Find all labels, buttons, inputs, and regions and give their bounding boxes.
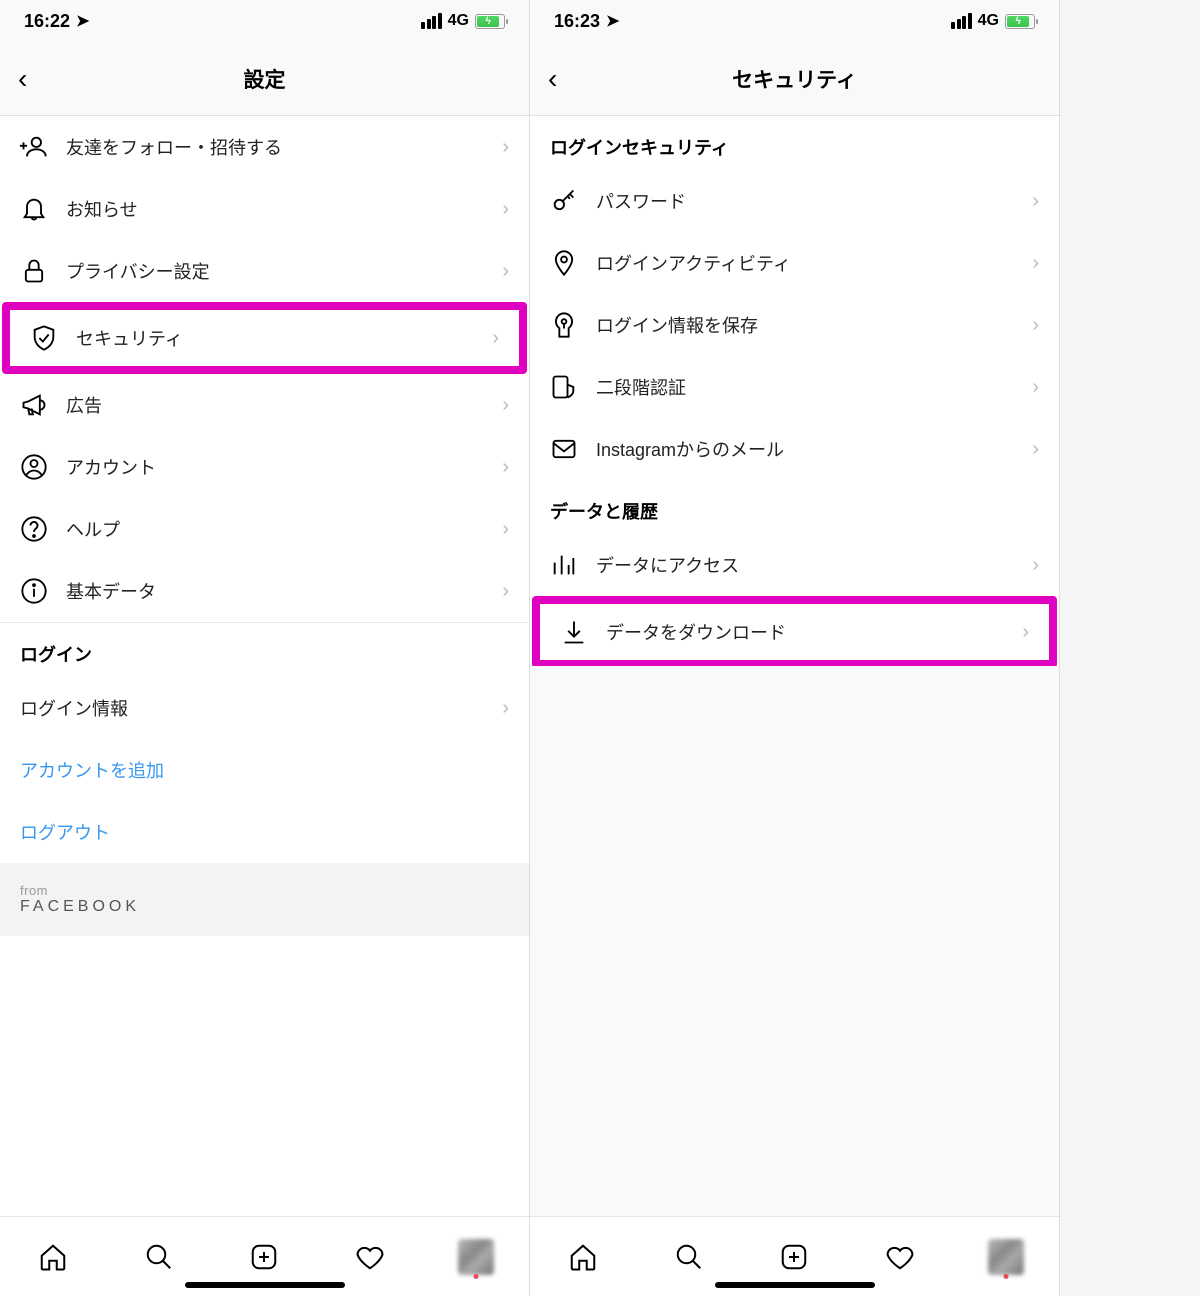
chevron-right-icon: › (1032, 252, 1039, 275)
tab-home[interactable] (563, 1237, 603, 1277)
network-label: 4G (448, 12, 469, 30)
row-help[interactable]: ヘルプ › (0, 498, 529, 560)
keyhole-icon (550, 311, 596, 339)
chevron-right-icon: › (502, 136, 509, 159)
page-title: セキュリティ (732, 64, 857, 94)
network-label: 4G (978, 12, 999, 30)
chevron-right-icon: › (502, 697, 509, 720)
nav-header: ‹ 設定 (0, 42, 529, 116)
row-about[interactable]: 基本データ › (0, 560, 529, 622)
battery-icon (475, 14, 505, 29)
lock-icon (20, 257, 66, 285)
chevron-right-icon: › (502, 456, 509, 479)
add-user-icon (20, 133, 66, 161)
nav-header: ‹ セキュリティ (530, 42, 1059, 116)
from-facebook: from FACEBOOK (0, 863, 529, 936)
device-shield-icon (550, 373, 596, 401)
security-screen: 16:23 ➤ 4G ‹ セキュリティ ログインセキュリティ パスワード › ロ… (530, 0, 1060, 1296)
row-follow-invite[interactable]: 友達をフォロー・招待する › (0, 116, 529, 178)
data-history-header: データと履歴 (530, 480, 1059, 534)
location-icon: ➤ (606, 11, 619, 31)
tab-profile[interactable] (986, 1237, 1026, 1277)
key-icon (550, 187, 596, 215)
row-login-info[interactable]: ログイン情報 › (0, 677, 529, 739)
row-password[interactable]: パスワード › (530, 170, 1059, 232)
login-section-header: ログイン (0, 623, 529, 677)
tab-search[interactable] (669, 1237, 709, 1277)
tab-new-post[interactable] (244, 1237, 284, 1277)
shield-icon (30, 324, 76, 352)
mail-icon (550, 435, 596, 463)
chevron-right-icon: › (1032, 438, 1039, 461)
settings-list: 友達をフォロー・招待する › お知らせ › プライバシー設定 › セキュリティ … (0, 116, 529, 1216)
pin-icon (550, 249, 596, 277)
chevron-right-icon: › (502, 198, 509, 221)
chevron-right-icon: › (502, 394, 509, 417)
chevron-right-icon: › (1032, 314, 1039, 337)
back-button[interactable]: ‹ (18, 63, 27, 95)
info-icon (20, 577, 66, 605)
chevron-right-icon: › (1022, 621, 1029, 644)
chevron-right-icon: › (492, 327, 499, 350)
row-access-data[interactable]: データにアクセス › (530, 534, 1059, 596)
back-button[interactable]: ‹ (548, 63, 557, 95)
battery-icon (1005, 14, 1035, 29)
signal-icon (421, 13, 442, 29)
row-logout[interactable]: ログアウト (0, 801, 529, 863)
download-icon (560, 618, 606, 646)
tab-profile[interactable] (456, 1237, 496, 1277)
status-bar: 16:22 ➤ 4G (0, 0, 529, 42)
row-notifications[interactable]: お知らせ › (0, 178, 529, 240)
chevron-right-icon: › (502, 260, 509, 283)
row-privacy[interactable]: プライバシー設定 › (0, 240, 529, 302)
status-time: 16:22 (24, 11, 70, 32)
megaphone-icon (20, 391, 66, 419)
avatar (988, 1239, 1024, 1275)
chevron-right-icon: › (1032, 376, 1039, 399)
home-indicator[interactable] (185, 1282, 345, 1288)
row-2fa[interactable]: 二段階認証 › (530, 356, 1059, 418)
row-download-data[interactable]: データをダウンロード › (532, 596, 1057, 666)
settings-screen: 16:22 ➤ 4G ‹ 設定 友達をフォロー・招待する › お知らせ › プラ… (0, 0, 530, 1296)
chart-icon (550, 551, 596, 579)
bell-icon (20, 195, 66, 223)
avatar (458, 1239, 494, 1275)
tab-activity[interactable] (880, 1237, 920, 1277)
row-account[interactable]: アカウント › (0, 436, 529, 498)
notification-dot (474, 1274, 479, 1279)
row-security[interactable]: セキュリティ › (2, 302, 527, 374)
notification-dot (1004, 1274, 1009, 1279)
tab-search[interactable] (139, 1237, 179, 1277)
help-icon (20, 515, 66, 543)
chevron-right-icon: › (502, 580, 509, 603)
row-save-login[interactable]: ログイン情報を保存 › (530, 294, 1059, 356)
row-login-activity[interactable]: ログインアクティビティ › (530, 232, 1059, 294)
row-ads[interactable]: 広告 › (0, 374, 529, 436)
row-emails[interactable]: Instagramからのメール › (530, 418, 1059, 480)
location-icon: ➤ (76, 11, 89, 31)
tab-activity[interactable] (350, 1237, 390, 1277)
status-time: 16:23 (554, 11, 600, 32)
row-add-account[interactable]: アカウントを追加 (0, 739, 529, 801)
chevron-right-icon: › (1032, 190, 1039, 213)
chevron-right-icon: › (502, 518, 509, 541)
tab-new-post[interactable] (774, 1237, 814, 1277)
tab-home[interactable] (33, 1237, 73, 1277)
status-bar: 16:23 ➤ 4G (530, 0, 1059, 42)
user-circle-icon (20, 453, 66, 481)
login-security-header: ログインセキュリティ (530, 116, 1059, 170)
home-indicator[interactable] (715, 1282, 875, 1288)
chevron-right-icon: › (1032, 554, 1039, 577)
signal-icon (951, 13, 972, 29)
security-list: ログインセキュリティ パスワード › ログインアクティビティ › ログイン情報を… (530, 116, 1059, 666)
page-title: 設定 (244, 64, 286, 94)
